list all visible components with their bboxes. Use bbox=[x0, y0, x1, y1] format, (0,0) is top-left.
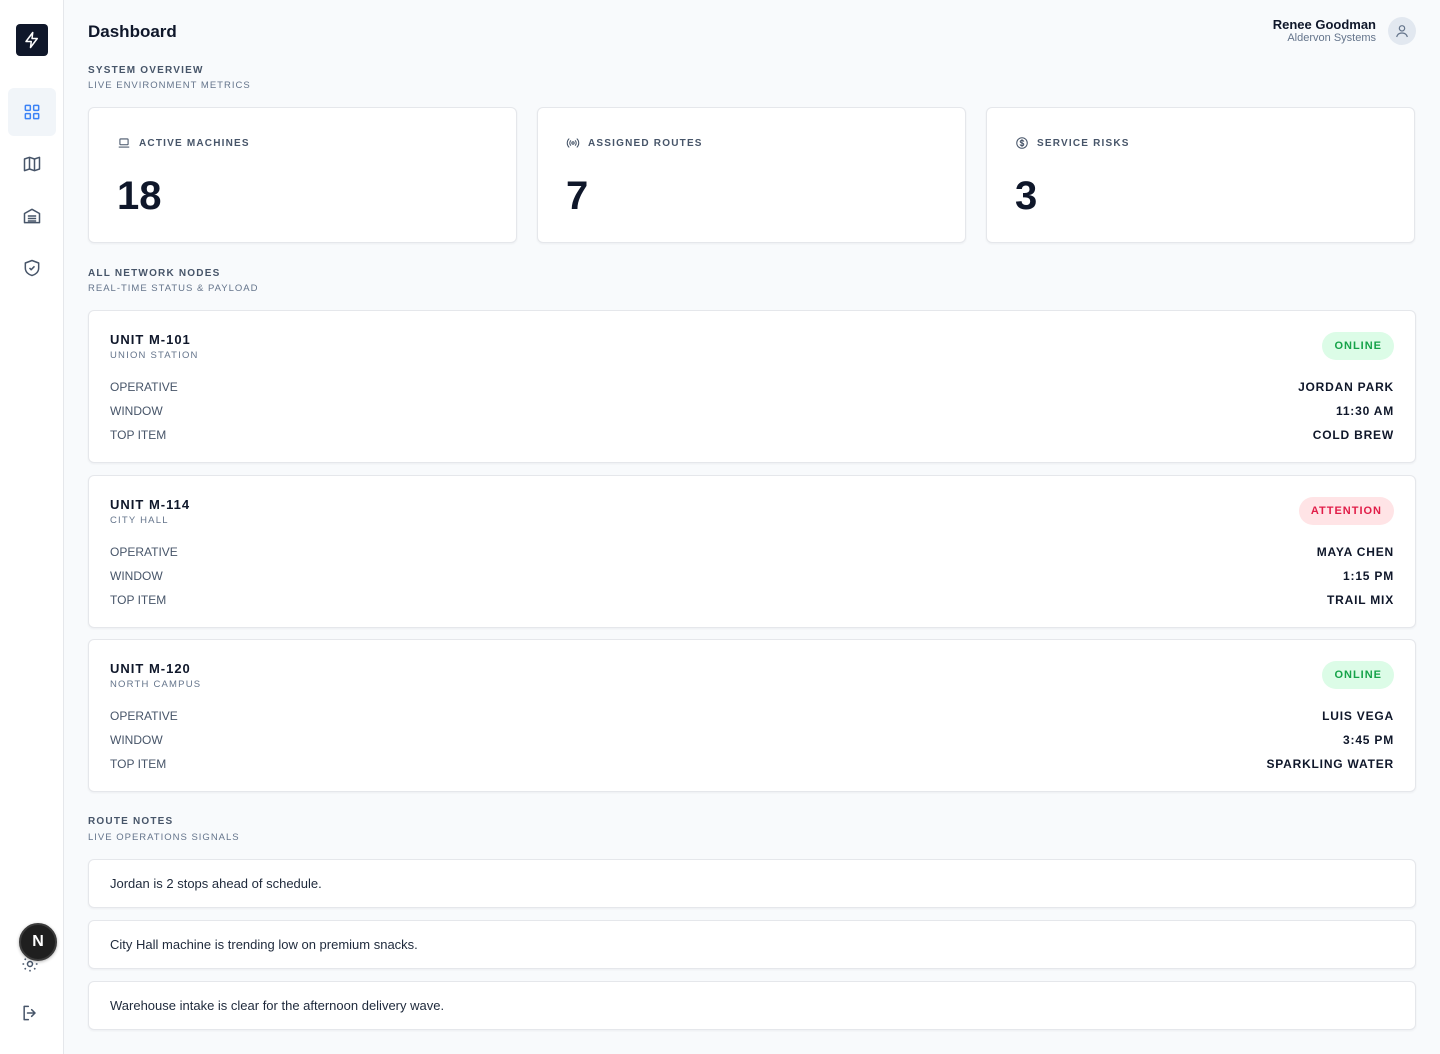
stat-value: 3 bbox=[1015, 174, 1038, 218]
stat-value: 7 bbox=[566, 174, 589, 218]
notes-title: ROUTE NOTES bbox=[88, 816, 174, 827]
window-value: 11:30 AM bbox=[1336, 404, 1394, 418]
stat-label: ASSIGNED ROUTES bbox=[588, 137, 703, 149]
node-card[interactable]: UNIT M-101 UNION STATION ONLINE OPERATIV… bbox=[88, 310, 1416, 463]
page-title: Dashboard bbox=[88, 22, 177, 41]
node-card[interactable]: UNIT M-114 CITY HALL ATTENTION OPERATIVE… bbox=[88, 475, 1416, 628]
top-item-value: TRAIL MIX bbox=[1327, 593, 1394, 607]
stat-label-row: SERVICE RISKS bbox=[1015, 136, 1130, 150]
stat-card-active-machines: ACTIVE MACHINES 18 bbox=[88, 107, 517, 243]
sidebar-item-map[interactable] bbox=[8, 140, 56, 188]
map-icon bbox=[23, 156, 41, 172]
broadcast-icon bbox=[566, 138, 580, 148]
node-name: UNIT M-101 bbox=[110, 332, 191, 347]
sidebar-item-security[interactable] bbox=[8, 244, 56, 292]
status-badge: ONLINE bbox=[1322, 332, 1394, 360]
nodes-subtitle: REAL-TIME STATUS & PAYLOAD bbox=[88, 283, 259, 294]
sidebar-item-dashboard[interactable] bbox=[8, 88, 56, 136]
node-location: NORTH CAMPUS bbox=[110, 679, 202, 690]
node-name: UNIT M-120 bbox=[110, 661, 191, 676]
dollar-circle-icon bbox=[1016, 137, 1028, 149]
operative-value: LUIS VEGA bbox=[1322, 709, 1394, 723]
node-name: UNIT M-114 bbox=[110, 497, 191, 512]
route-note: City Hall machine is trending low on pre… bbox=[88, 920, 1416, 969]
top-item-label: TOP ITEM bbox=[110, 593, 167, 607]
user-org: Aldervon Systems bbox=[1287, 32, 1376, 44]
dev-avatar[interactable]: N bbox=[19, 923, 57, 961]
stat-card-service-risks: SERVICE RISKS 3 bbox=[986, 107, 1415, 243]
lightning-icon bbox=[25, 31, 38, 49]
operative-value: MAYA CHEN bbox=[1316, 545, 1394, 559]
operative-label: OPERATIVE bbox=[110, 709, 178, 723]
window-label: WINDOW bbox=[110, 569, 163, 583]
user-avatar[interactable] bbox=[1388, 17, 1416, 45]
sidebar-item-warehouse[interactable] bbox=[8, 192, 56, 240]
route-note: Warehouse intake is clear for the aftern… bbox=[88, 981, 1416, 1030]
operative-label: OPERATIVE bbox=[110, 545, 178, 559]
warehouse-icon bbox=[23, 208, 41, 224]
window-value: 1:15 PM bbox=[1343, 569, 1394, 583]
top-item-value: COLD BREW bbox=[1312, 428, 1394, 442]
app-logo[interactable] bbox=[16, 24, 48, 56]
operative-label: OPERATIVE bbox=[110, 380, 178, 394]
top-item-label: TOP ITEM bbox=[110, 757, 167, 771]
route-note: Jordan is 2 stops ahead of schedule. bbox=[88, 859, 1416, 908]
overview-title: SYSTEM OVERVIEW bbox=[88, 65, 204, 76]
sidebar: N bbox=[0, 0, 64, 1054]
stat-card-assigned-routes: ASSIGNED ROUTES 7 bbox=[537, 107, 966, 243]
status-badge: ONLINE bbox=[1322, 661, 1394, 689]
node-card[interactable]: UNIT M-120 NORTH CAMPUS ONLINE OPERATIVE… bbox=[88, 639, 1416, 792]
laptop-icon bbox=[118, 138, 130, 148]
user-menu[interactable]: Renee Goodman Aldervon Systems bbox=[1273, 17, 1416, 45]
stat-label: ACTIVE MACHINES bbox=[139, 137, 250, 149]
node-location: CITY HALL bbox=[110, 515, 169, 526]
top-item-value: SPARKLING WATER bbox=[1266, 757, 1394, 771]
stat-value: 18 bbox=[117, 174, 162, 218]
dev-avatar-letter: N bbox=[32, 933, 44, 950]
grid-icon bbox=[24, 104, 40, 120]
user-name: Renee Goodman bbox=[1272, 17, 1376, 32]
window-value: 3:45 PM bbox=[1343, 733, 1394, 747]
notes-subtitle: LIVE OPERATIONS SIGNALS bbox=[88, 832, 240, 843]
shield-icon bbox=[24, 259, 40, 277]
nodes-title: ALL NETWORK NODES bbox=[88, 268, 221, 279]
window-label: WINDOW bbox=[110, 733, 163, 747]
user-info: Renee Goodman Aldervon Systems bbox=[1273, 17, 1376, 45]
stat-label: SERVICE RISKS bbox=[1037, 137, 1130, 149]
stat-label-row: ACTIVE MACHINES bbox=[117, 136, 250, 150]
overview-subtitle: LIVE ENVIRONMENT METRICS bbox=[88, 80, 251, 91]
logout-icon[interactable] bbox=[20, 1003, 40, 1023]
operative-value: JORDAN PARK bbox=[1298, 380, 1394, 394]
status-badge: ATTENTION bbox=[1298, 497, 1394, 525]
user-icon bbox=[1396, 25, 1408, 38]
stat-label-row: ASSIGNED ROUTES bbox=[566, 136, 703, 150]
top-item-label: TOP ITEM bbox=[110, 428, 167, 442]
window-label: WINDOW bbox=[110, 404, 163, 418]
node-location: UNION STATION bbox=[110, 350, 199, 361]
